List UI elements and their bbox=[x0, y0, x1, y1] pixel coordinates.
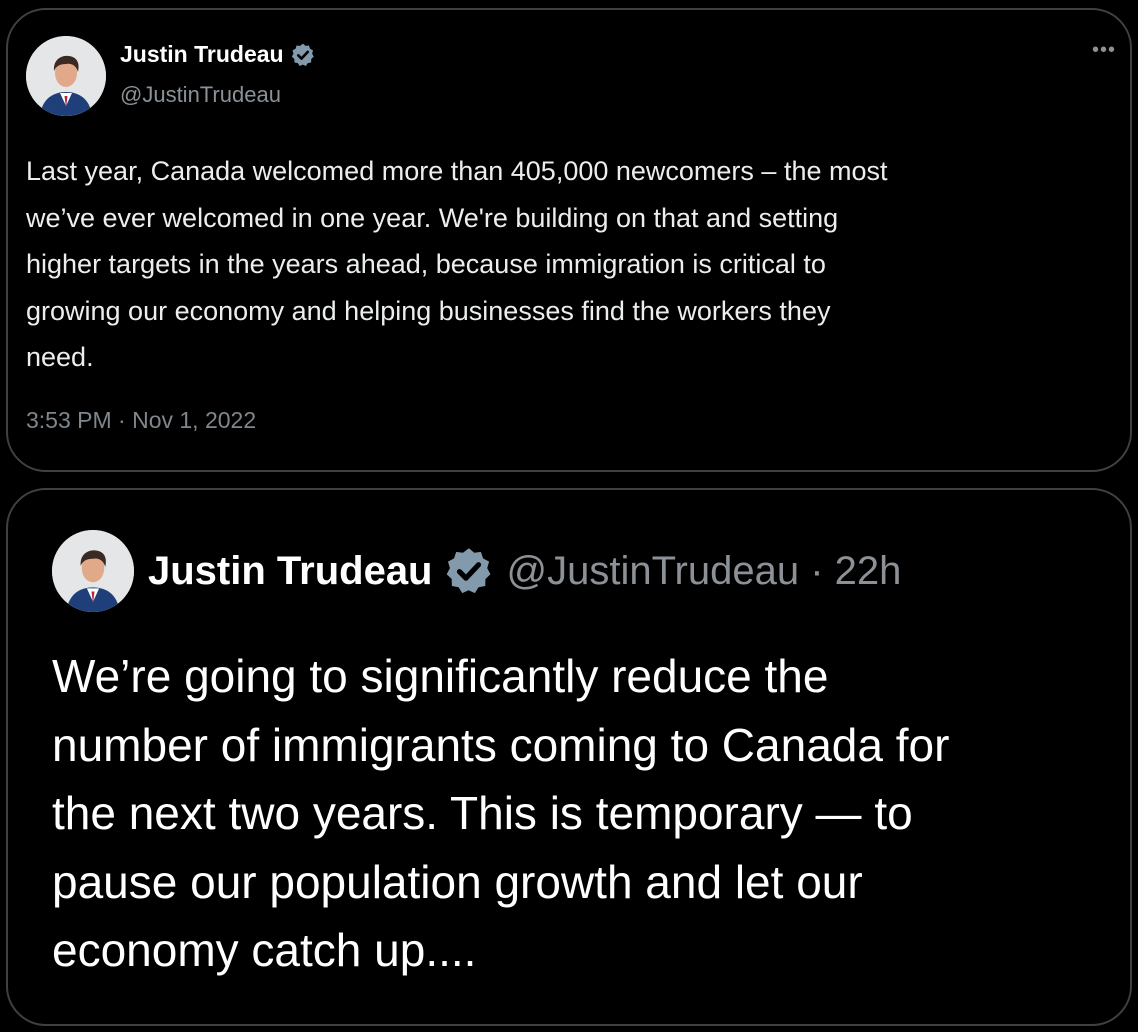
tweet-header: Justin Trudeau @JustinTrudeau · 22h bbox=[148, 542, 901, 600]
tweet-text-line: We’re going to significantly reduce the bbox=[52, 650, 829, 702]
avatar[interactable] bbox=[52, 530, 134, 612]
more-horizontal-icon[interactable]: ••• bbox=[1092, 40, 1116, 60]
tweet-text-line: higher targets in the years ahead, becau… bbox=[26, 249, 826, 280]
tweet-text-line: economy catch up.... bbox=[52, 924, 477, 976]
tweet-text-line: number of immigrants coming to Canada fo… bbox=[52, 718, 950, 771]
tweet-text-line: pause our population growth and let our bbox=[52, 855, 863, 908]
avatar[interactable] bbox=[26, 36, 106, 116]
author-name-row: Justin Trudeau bbox=[120, 41, 316, 68]
avatar-image bbox=[26, 36, 106, 116]
verified-badge-icon bbox=[291, 43, 314, 66]
author-handle-time[interactable]: @JustinTrudeau · 22h bbox=[507, 542, 902, 600]
tweet-text: Last year, Canada welcomed more than 405… bbox=[26, 148, 1126, 381]
tweet-text-line: we’ve ever welcomed in one year. We're b… bbox=[26, 202, 839, 233]
tweet-text: We’re going to significantly reduce the … bbox=[52, 642, 1122, 985]
author-handle[interactable]: @JustinTrudeau bbox=[120, 82, 281, 108]
author-name[interactable]: Justin Trudeau bbox=[148, 542, 433, 600]
tweet-text-line: growing our economy and helping business… bbox=[26, 295, 831, 326]
tweet-text-line: need. bbox=[26, 342, 94, 373]
author-name[interactable]: Justin Trudeau bbox=[120, 41, 284, 68]
tweet-text-line: the next two years. This is temporary — … bbox=[52, 787, 913, 839]
verified-badge-icon bbox=[446, 548, 490, 594]
recent-tweet-card[interactable]: Justin Trudeau @JustinTrudeau · 22h We’r… bbox=[6, 488, 1132, 1026]
tweet-text-line: Last year, Canada welcomed more than 405… bbox=[26, 156, 888, 186]
tweet-timestamp[interactable]: 3:53 PM · Nov 1, 2022 bbox=[26, 407, 256, 434]
original-tweet-card[interactable]: Justin Trudeau @JustinTrudeau ••• Last y… bbox=[6, 8, 1132, 472]
avatar-image bbox=[52, 530, 134, 612]
